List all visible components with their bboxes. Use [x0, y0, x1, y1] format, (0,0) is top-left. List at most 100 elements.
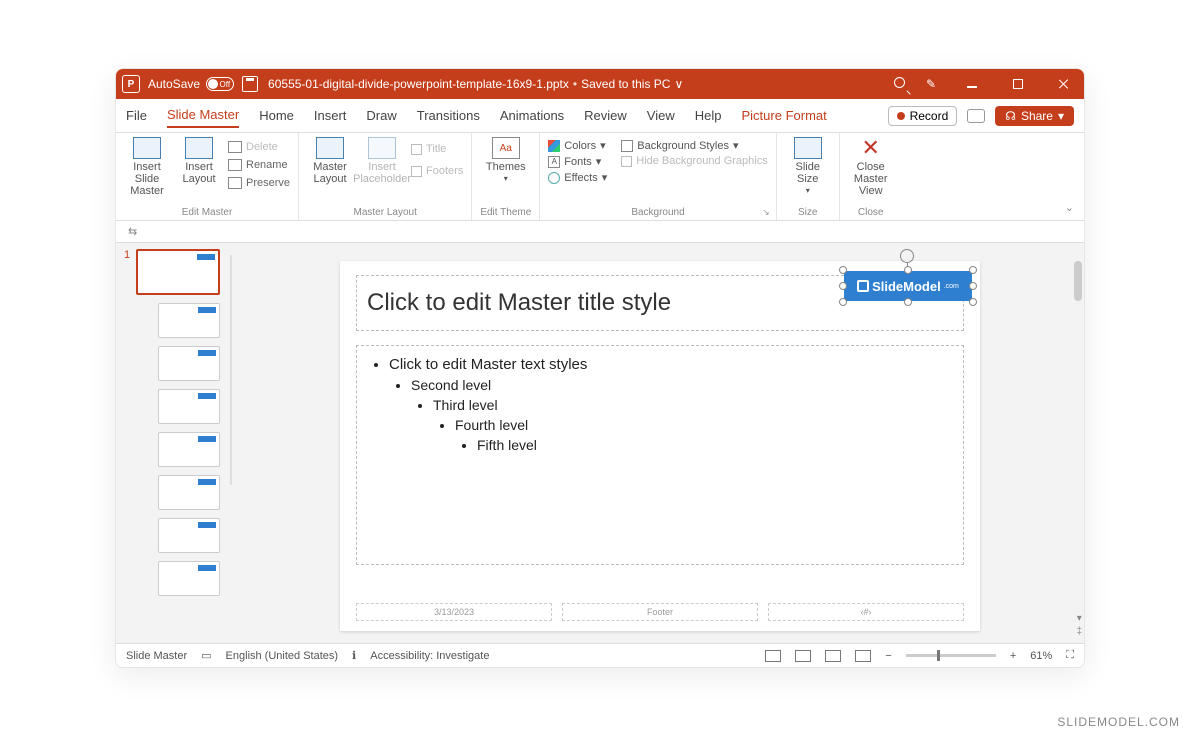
tab-review[interactable]: Review [584, 104, 627, 127]
close-window-button[interactable] [1050, 78, 1078, 90]
slide-master-icon [133, 137, 161, 159]
view-normal-button[interactable] [765, 650, 781, 662]
tab-help[interactable]: Help [695, 104, 722, 127]
rotate-handle-icon[interactable] [900, 249, 914, 263]
tab-slide-master[interactable]: Slide Master [167, 103, 239, 128]
thumbnail-layout[interactable] [158, 432, 220, 467]
label: Slide Size [785, 161, 831, 185]
slide-canvas[interactable]: Click to edit Master title style SlideMo… [340, 261, 980, 631]
thumbnail-panel[interactable]: 1 [116, 243, 236, 643]
share-button[interactable]: ☊ Share ▾ [995, 106, 1074, 126]
zoom-in-button[interactable]: + [1010, 650, 1016, 662]
resize-handle[interactable] [839, 266, 847, 274]
thumbnail-scrollbar[interactable] [230, 255, 232, 485]
document-title[interactable]: 60555-01-digital-divide-powerpoint-templ… [268, 77, 683, 91]
colors-button[interactable]: Colors▾ [548, 139, 607, 152]
insert-layout-button[interactable]: Insert Layout [176, 137, 222, 185]
footers-checkbox[interactable]: Footers [411, 163, 463, 179]
tab-home[interactable]: Home [259, 104, 294, 127]
resize-handle[interactable] [969, 266, 977, 274]
tab-view[interactable]: View [647, 104, 675, 127]
thumbnail-layout[interactable] [158, 475, 220, 510]
group-label: Size [798, 205, 817, 218]
chevron-down-icon: ▾ [504, 175, 508, 184]
thumbnail-layout[interactable] [158, 518, 220, 553]
insert-slide-master-button[interactable]: Insert Slide Master [124, 137, 170, 197]
thumbnail-layout[interactable] [158, 561, 220, 596]
bgstyles-icon [621, 140, 633, 152]
master-layout-button[interactable]: Master Layout [307, 137, 353, 185]
status-accessibility[interactable]: Accessibility: Investigate [370, 650, 489, 662]
background-styles-button[interactable]: Background Styles▾ [621, 139, 767, 152]
title-placeholder-text: Click to edit Master title style [367, 289, 671, 317]
view-slideshow-button[interactable] [855, 650, 871, 662]
split-icon[interactable]: ‡ [1076, 626, 1082, 637]
view-reading-button[interactable] [825, 650, 841, 662]
fonts-button[interactable]: AFonts▾ [548, 155, 607, 168]
effects-button[interactable]: Effects▾ [548, 171, 607, 184]
tab-picture-format[interactable]: Picture Format [742, 104, 827, 127]
search-button[interactable] [894, 77, 908, 91]
logo-chip [198, 350, 216, 356]
record-button[interactable]: Record [888, 106, 958, 126]
chevron-down-icon[interactable]: ▾ [1077, 613, 1082, 624]
tab-file[interactable]: File [126, 104, 147, 127]
label: Delete [246, 141, 278, 153]
toggle-off-icon[interactable]: Off [206, 77, 234, 91]
resize-handle[interactable] [969, 298, 977, 306]
themes-button[interactable]: Aa Themes ▾ [483, 137, 529, 184]
hide-bg-checkbox[interactable]: Hide Background Graphics [621, 155, 767, 167]
thumbnail-master[interactable] [136, 249, 220, 295]
footer-placeholder[interactable]: Footer [562, 603, 758, 621]
save-button[interactable] [242, 76, 258, 92]
logo-chip [198, 393, 216, 399]
collapse-ribbon-button[interactable]: ⌄ [1055, 195, 1084, 220]
tab-animations[interactable]: Animations [500, 104, 564, 127]
tab-insert[interactable]: Insert [314, 104, 347, 127]
thumbnail-layout[interactable] [158, 303, 220, 338]
close-master-view-button[interactable]: ✕ Close Master View [848, 137, 894, 197]
resize-handle[interactable] [839, 282, 847, 290]
slide-size-button[interactable]: Slide Size ▾ [785, 137, 831, 196]
checkbox-icon [411, 166, 422, 177]
resize-handle[interactable] [904, 298, 912, 306]
minimize-button[interactable] [958, 80, 986, 87]
resize-handle[interactable] [969, 282, 977, 290]
zoom-out-button[interactable]: − [885, 650, 891, 662]
file-name: 60555-01-digital-divide-powerpoint-templ… [268, 77, 569, 91]
chevron-down-icon[interactable]: ∨ [674, 77, 683, 91]
autosave-toggle[interactable]: AutoSave Off [148, 77, 234, 91]
comments-button[interactable] [967, 109, 985, 123]
resize-handle[interactable] [904, 266, 912, 274]
rename-button[interactable]: Rename [228, 157, 290, 173]
date-placeholder[interactable]: 3/13/2023 [356, 603, 552, 621]
zoom-nav-icons[interactable]: ▾‡ [1076, 613, 1082, 637]
selected-logo-image[interactable]: SlideModel.com [844, 271, 972, 301]
view-sorter-button[interactable] [795, 650, 811, 662]
slide-size-icon [794, 137, 822, 159]
pen-button[interactable]: ✎ [926, 77, 940, 91]
fit-to-window-button[interactable]: ⛶ [1066, 649, 1074, 662]
delete-button[interactable]: Delete [228, 139, 290, 155]
zoom-slider[interactable] [906, 654, 996, 657]
dialog-launcher-icon[interactable]: ↘ [762, 207, 770, 218]
editor-scrollbar[interactable] [1074, 261, 1082, 301]
powerpoint-icon: P [122, 75, 140, 93]
customize-qat-button[interactable]: ⇆ [128, 225, 137, 238]
zoom-level[interactable]: 61% [1030, 650, 1052, 662]
tab-transitions[interactable]: Transitions [417, 104, 480, 127]
title-checkbox[interactable]: Title [411, 141, 463, 157]
thumbnail-layout[interactable] [158, 389, 220, 424]
watermark: SLIDEMODEL.COM [1057, 715, 1180, 729]
tab-draw[interactable]: Draw [366, 104, 396, 127]
resize-handle[interactable] [839, 298, 847, 306]
slide-editor[interactable]: Click to edit Master title style SlideMo… [236, 243, 1084, 643]
slidenum-placeholder[interactable]: ‹#› [768, 603, 964, 621]
maximize-button[interactable] [1004, 79, 1032, 89]
insert-placeholder-button[interactable]: Insert Placeholder [359, 137, 405, 185]
body-placeholder[interactable]: Click to edit Master text styles Second … [356, 345, 964, 565]
book-icon[interactable]: ▭ [201, 649, 211, 662]
preserve-button[interactable]: Preserve [228, 175, 290, 191]
status-language[interactable]: English (United States) [226, 650, 339, 662]
thumbnail-layout[interactable] [158, 346, 220, 381]
